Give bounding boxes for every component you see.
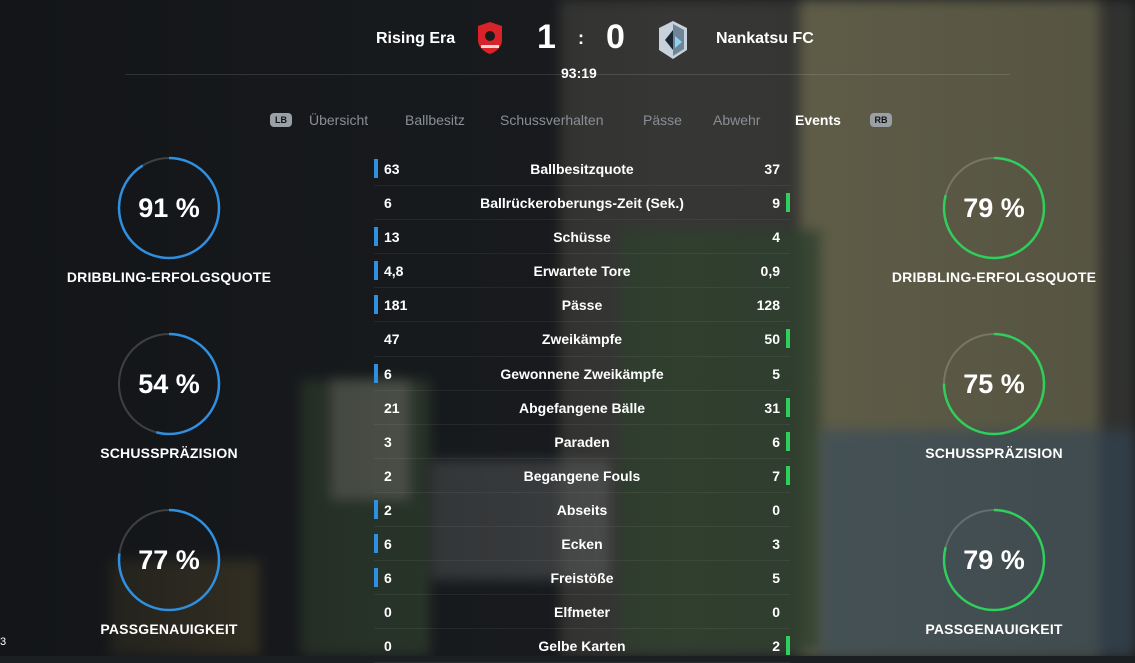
ring-value: 79 % <box>963 545 1025 575</box>
stat-label: Erwartete Tore <box>533 263 631 280</box>
away-shot-accuracy-ring: 75 % <box>942 332 1046 436</box>
away-stat-value: 0,9 <box>760 263 780 280</box>
stat-row: 2 Abseits 0 <box>374 493 790 528</box>
stat-label: Paraden <box>554 433 610 450</box>
away-stat-value: 50 <box>764 331 780 348</box>
away-shot-accuracy-label: SCHUSSPRÄZISION <box>925 445 1063 461</box>
away-stat-value: 128 <box>756 297 780 314</box>
home-shot-accuracy-label: SCHUSSPRÄZISION <box>100 445 238 461</box>
stat-label: Freistöße <box>550 570 614 587</box>
away-stat-value: 0 <box>772 604 780 621</box>
tab-events[interactable]: Events <box>795 112 841 128</box>
stat-label: Gewonnene Zweikämpfe <box>500 365 664 382</box>
tab-defense[interactable]: Abwehr <box>713 112 760 128</box>
ring-value: 54 % <box>138 369 200 399</box>
ring-value: 91 % <box>138 193 200 223</box>
away-stat-value: 37 <box>764 161 780 177</box>
stat-row: 181 Pässe 128 <box>374 288 790 323</box>
ring-value: 77 % <box>138 545 200 575</box>
ring-value: 75 % <box>963 369 1025 399</box>
stat-row: 2 Begangene Fouls 7 <box>374 459 790 493</box>
home-pass-accuracy-ring: 77 % <box>117 508 221 612</box>
home-team-name: Rising Era <box>376 30 456 47</box>
stat-row: 6 Gewonnene Zweikämpfe 5 <box>374 357 790 391</box>
stat-row: 47 Zweikämpfe 50 <box>374 322 790 357</box>
away-stat-value: 0 <box>772 501 780 518</box>
stat-row: 21 Abgefangene Bälle 31 <box>374 391 790 425</box>
stat-label: Abgefangene Bälle <box>518 399 646 416</box>
away-stat-value: 3 <box>772 536 780 553</box>
lb-button-icon[interactable]: LB <box>270 113 292 127</box>
home-shot-accuracy-ring: 54 % <box>117 332 221 436</box>
away-stat-value: 5 <box>772 365 780 382</box>
stat-label: Ecken <box>561 536 603 553</box>
home-crest-icon <box>475 19 505 57</box>
tab-overview[interactable]: Übersicht <box>309 112 368 128</box>
away-stat-value: 5 <box>772 570 780 587</box>
away-stat-value: 6 <box>772 433 780 450</box>
stat-row: 3 Paraden 6 <box>374 425 790 459</box>
stat-label: Pässe <box>561 297 603 314</box>
match-clock: 93:19 <box>561 65 597 81</box>
header-divider <box>125 74 1010 75</box>
away-score: 0 <box>606 18 625 56</box>
tab-possession[interactable]: Ballbesitz <box>405 112 465 128</box>
ring-value: 79 % <box>963 193 1025 223</box>
rb-button-icon[interactable]: RB <box>870 113 892 127</box>
stat-row: 6 Ballrückeroberungs-Zeit (Sek.) 9 <box>374 186 790 221</box>
away-stat-value: 4 <box>772 229 780 246</box>
home-dribbling-ring: 91 % <box>117 156 221 260</box>
away-team-name: Nankatsu FC <box>716 30 814 47</box>
corner-number: 3 <box>0 636 7 648</box>
away-dribbling-ring: 79 % <box>942 156 1046 260</box>
tab-shooting[interactable]: Schussverhalten <box>500 112 604 128</box>
away-stat-value: 31 <box>764 399 780 416</box>
stat-row: 0 Elfmeter 0 <box>374 595 790 630</box>
home-dribbling-label: DRIBBLING-ERFOLGSQUOTE <box>66 269 272 285</box>
stat-row: 13 Schüsse 4 <box>374 220 790 255</box>
home-pass-accuracy-label: PASSGENAUIGKEIT <box>100 621 238 637</box>
stat-label: Gelbe Karten <box>538 638 626 655</box>
away-pass-accuracy-label: PASSGENAUIGKEIT <box>925 621 1063 637</box>
away-crest-icon <box>659 21 687 59</box>
stat-row: 6 Ecken 3 <box>374 527 790 562</box>
stat-row: 0 Gelbe Karten 2 <box>374 629 790 663</box>
stat-label: Ballrückeroberungs-Zeit (Sek.) <box>480 195 684 212</box>
away-dribbling-label: DRIBBLING-ERFOLGSQUOTE <box>891 269 1097 285</box>
score-separator: : <box>578 28 584 48</box>
stats-tab-bar: LB Übersicht Ballbesitz Schussverhalten … <box>0 112 1135 132</box>
match-stats-table: 63 Ballbesitzquote 37 6 Ballrückeroberungs-Z… <box>374 152 790 663</box>
away-pass-accuracy-ring: 79 % <box>942 508 1046 612</box>
away-stat-value: 2 <box>772 638 780 655</box>
stat-label: Elfmeter <box>553 604 611 621</box>
stat-row: 4,8 Erwartete Tore 0,9 <box>374 254 790 289</box>
stat-label: Schüsse <box>553 229 611 246</box>
stat-label: Abseits <box>556 501 608 518</box>
home-score: 1 <box>537 18 556 56</box>
stat-row: 6 Freistöße 5 <box>374 561 790 596</box>
tab-passes[interactable]: Pässe <box>643 112 682 128</box>
match-header: Rising Era 1 : 0 Nankatsu FC 93:19 <box>0 0 1135 81</box>
away-stat-value: 9 <box>772 195 780 212</box>
stat-label: Ballbesitzquote <box>530 161 634 177</box>
away-stat-value: 7 <box>772 467 780 484</box>
stat-label: Zweikämpfe <box>541 331 623 348</box>
stat-row: 63 Ballbesitzquote 37 <box>374 152 790 187</box>
stat-label: Begangene Fouls <box>523 467 641 484</box>
